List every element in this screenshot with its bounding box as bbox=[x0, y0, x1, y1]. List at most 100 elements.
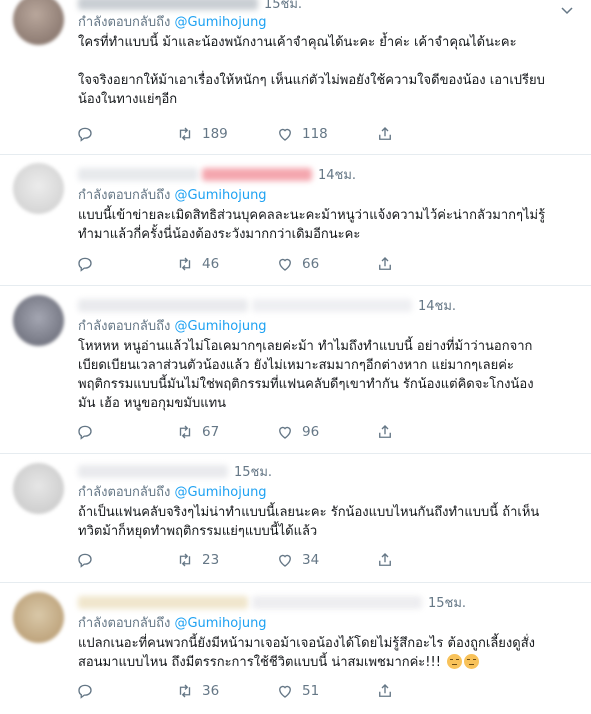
share-button[interactable] bbox=[376, 423, 476, 441]
share-icon bbox=[379, 257, 391, 270]
share-button[interactable] bbox=[376, 682, 476, 700]
timestamp[interactable]: 15ชม. bbox=[234, 461, 272, 482]
user-name[interactable] bbox=[78, 298, 248, 312]
mention-link[interactable]: @Gumihojung bbox=[174, 15, 266, 30]
retweet-count: 36 bbox=[202, 683, 220, 699]
user-handle[interactable] bbox=[252, 298, 412, 312]
mention-link[interactable]: @Gumihojung bbox=[174, 188, 266, 203]
mention-link[interactable]: @Gumihojung bbox=[174, 616, 266, 631]
user-name[interactable] bbox=[78, 0, 258, 10]
share-button[interactable] bbox=[376, 551, 476, 569]
reply-tweet-1[interactable]: 15ชม. กำลังตอบกลับถึง @Gumihojung ใครที่… bbox=[0, 0, 591, 155]
retweet-count: 23 bbox=[202, 552, 220, 568]
reply-icon bbox=[78, 553, 92, 568]
tweet-text-line: แบบนี้เข้าข่ายละเมิดสิทธิส่วนบุคคลละนะคะ… bbox=[78, 208, 546, 223]
tweet-text: แบบนี้เข้าข่ายละเมิดสิทธิส่วนบุคคลละนะคะ… bbox=[78, 206, 581, 244]
replying-to: กำลังตอบกลับถึง @Gumihojung bbox=[78, 615, 581, 633]
retweet-button[interactable]: 189 bbox=[176, 125, 276, 143]
tweet-actions: 67 96 bbox=[76, 423, 476, 441]
tweet-actions: 189 118 bbox=[76, 125, 476, 143]
like-button[interactable]: 96 bbox=[276, 423, 376, 441]
reply-tweet-5[interactable]: 15ชม. กำลังตอบกลับถึง @Gumihojung แปลกเน… bbox=[0, 583, 591, 714]
user-name[interactable] bbox=[78, 464, 228, 478]
user-name[interactable] bbox=[78, 167, 198, 181]
replying-to: กำลังตอบกลับถึง @Gumihojung bbox=[78, 318, 581, 336]
reply-icon bbox=[78, 257, 92, 272]
retweet-icon bbox=[179, 684, 191, 698]
reply-tweet-4[interactable]: 15ชม. กำลังตอบกลับถึง @Gumihojung ถ้าเป็… bbox=[0, 454, 591, 583]
mention-link[interactable]: @Gumihojung bbox=[174, 319, 266, 334]
share-icon bbox=[379, 127, 391, 140]
timestamp[interactable]: 14ชม. bbox=[318, 164, 356, 185]
avatar[interactable] bbox=[13, 0, 64, 45]
avatar[interactable] bbox=[13, 295, 64, 346]
timestamp[interactable]: 15ชม. bbox=[428, 592, 466, 613]
reply-icon bbox=[78, 127, 92, 142]
avatar[interactable] bbox=[13, 463, 64, 514]
like-button[interactable]: 118 bbox=[276, 125, 376, 143]
tweet-text-line: ทวิตม้าก็หยุดทำพฤติกรรมแย่ๆแบบนี้ได้แล้ว bbox=[78, 524, 318, 539]
replying-to: กำลังตอบกลับถึง @Gumihojung bbox=[78, 484, 581, 502]
tweet-text: แปลกเนอะที่คนพวกนี้ยังมีหน้ามาเจอม้าเจอน… bbox=[78, 634, 581, 672]
reply-tweet-2[interactable]: 14ชม. กำลังตอบกลับถึง @Gumihojung แบบนี้… bbox=[0, 155, 591, 286]
tweet-text-line: เบียดเบียนเวลาส่วนตัวน้องแล้ว ยังไม่เหมา… bbox=[78, 358, 514, 373]
reply-button[interactable] bbox=[76, 255, 176, 273]
retweet-count: 67 bbox=[202, 424, 220, 440]
reply-prefix: กำลังตอบกลับถึง bbox=[78, 188, 171, 203]
retweet-button[interactable]: 23 bbox=[176, 551, 276, 569]
tweet-text-line: น้องในทางแย่ๆอีก bbox=[78, 92, 178, 107]
tweet-text-line: ทำมาแล้วกี่ครั้งนี่น้องต้องระวังมากกว่าเ… bbox=[78, 227, 361, 242]
tweet-text-line: พฤติกรรมแบบนี้มันไม่ใช่พฤติกรรมที่แฟนคลั… bbox=[78, 377, 534, 392]
reply-icon bbox=[78, 684, 92, 699]
chevron-down-icon[interactable] bbox=[559, 2, 575, 18]
heart-icon bbox=[279, 128, 291, 141]
unamused-face-icon bbox=[464, 654, 480, 669]
reply-feed: 15ชม. กำลังตอบกลับถึง @Gumihojung ใครที่… bbox=[0, 0, 591, 714]
tweet-text-segment: สอนมาแบบไหน ถึงมีตรรกะการใช้ชีวิตแบบนี้ … bbox=[78, 655, 441, 670]
reply-button[interactable] bbox=[76, 551, 176, 569]
user-name[interactable] bbox=[78, 595, 248, 609]
tweet-actions: 23 34 bbox=[76, 551, 476, 569]
reply-tweet-3[interactable]: 14ชม. กำลังตอบกลับถึง @Gumihojung โหหหห … bbox=[0, 286, 591, 454]
timestamp[interactable]: 14ชม. bbox=[418, 295, 456, 316]
tweet-text-line: โหหหห หนูอ่านแล้วไม่โอเคมากๆเลยค่ะม้า ทำ… bbox=[78, 339, 533, 354]
tweet-text: โหหหห หนูอ่านแล้วไม่โอเคมากๆเลยค่ะม้า ทำ… bbox=[78, 337, 581, 413]
share-icon bbox=[379, 425, 391, 438]
reply-prefix: กำลังตอบกลับถึง bbox=[78, 15, 171, 30]
reply-button[interactable] bbox=[76, 125, 176, 143]
avatar[interactable] bbox=[13, 163, 64, 214]
heart-icon bbox=[279, 426, 291, 439]
like-count: 118 bbox=[302, 126, 328, 142]
unamused-face-icon bbox=[447, 654, 463, 669]
retweet-button[interactable]: 36 bbox=[176, 682, 276, 700]
timestamp[interactable]: 15ชม. bbox=[264, 0, 302, 14]
like-button[interactable]: 34 bbox=[276, 551, 376, 569]
user-handle[interactable] bbox=[202, 167, 312, 181]
reply-prefix: กำลังตอบกลับถึง bbox=[78, 616, 171, 631]
replying-to: กำลังตอบกลับถึง @Gumihojung bbox=[78, 14, 581, 32]
tweet-text: ถ้าเป็นแฟนคลับจริงๆไม่น่าทำแบบนี้เลยนะคะ… bbox=[78, 503, 581, 541]
share-button[interactable] bbox=[376, 255, 476, 273]
reply-button[interactable] bbox=[76, 423, 176, 441]
tweet-text-blank-line bbox=[78, 52, 581, 71]
like-count: 51 bbox=[302, 683, 320, 699]
retweet-icon bbox=[179, 127, 191, 141]
like-button[interactable]: 66 bbox=[276, 255, 376, 273]
retweet-icon bbox=[179, 257, 191, 271]
retweet-button[interactable]: 46 bbox=[176, 255, 276, 273]
like-button[interactable]: 51 bbox=[276, 682, 376, 700]
tweet-actions: 46 66 bbox=[76, 255, 476, 273]
heart-icon bbox=[279, 554, 291, 567]
reply-prefix: กำลังตอบกลับถึง bbox=[78, 485, 171, 500]
tweet-text-line: มัน เฮ้อ หนูขอกุมขมับแทน bbox=[78, 396, 227, 411]
reply-prefix: กำลังตอบกลับถึง bbox=[78, 319, 171, 334]
retweet-button[interactable]: 67 bbox=[176, 423, 276, 441]
tweet-header: 14ชม. bbox=[78, 296, 581, 314]
avatar[interactable] bbox=[13, 592, 64, 643]
retweet-icon bbox=[179, 425, 191, 439]
retweet-count: 189 bbox=[202, 126, 228, 142]
reply-button[interactable] bbox=[76, 682, 176, 700]
share-button[interactable] bbox=[376, 125, 476, 143]
user-handle[interactable] bbox=[252, 595, 422, 609]
mention-link[interactable]: @Gumihojung bbox=[174, 485, 266, 500]
